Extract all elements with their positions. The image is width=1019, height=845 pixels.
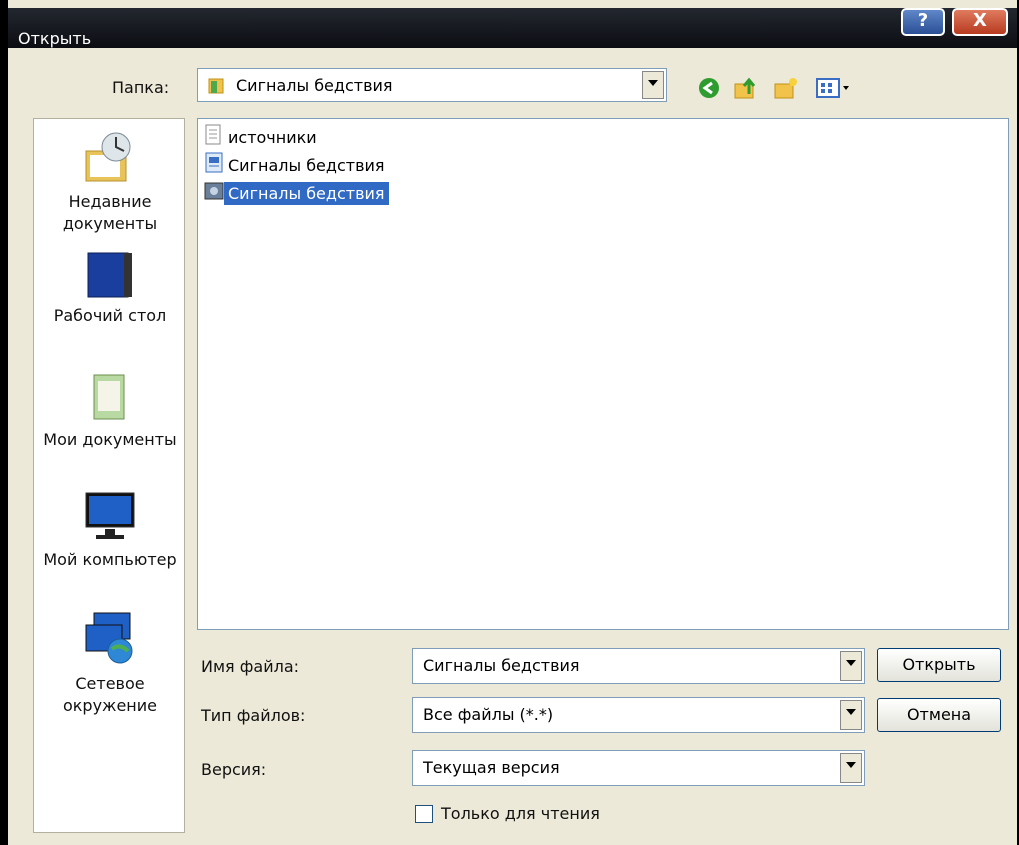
back-icon[interactable]: [697, 76, 721, 104]
network-icon: [80, 612, 140, 673]
open-button[interactable]: Открыть: [877, 648, 1001, 682]
place-recent[interactable]: Недавние документы: [34, 129, 186, 235]
place-my-computer[interactable]: Мой компьютер: [34, 489, 186, 571]
filename-input[interactable]: Сигналы бедствия: [412, 648, 865, 684]
open-dialog: Открыть ? X Папка: Сигналы бедствия Неда…: [8, 0, 1017, 845]
presentation-icon: [204, 152, 224, 178]
filename-value: Сигналы бедствия: [423, 656, 580, 675]
cancel-button[interactable]: Отмена: [877, 698, 1001, 732]
version-label: Версия:: [201, 760, 267, 779]
place-label: Недавние документы: [62, 192, 158, 233]
file-item-selected[interactable]: Сигналы бедствия: [204, 179, 389, 207]
place-my-documents[interactable]: Мои документы: [34, 369, 186, 451]
place-label: Мой компьютер: [43, 550, 177, 569]
file-name: источники: [228, 127, 317, 147]
chevron-down-icon[interactable]: [642, 71, 664, 99]
filename-label: Имя файла:: [201, 657, 300, 676]
filetype-label: Тип файлов:: [201, 706, 306, 725]
folder-combo[interactable]: Сигналы бедствия: [197, 68, 667, 102]
place-label: Рабочий стол: [53, 306, 167, 325]
chevron-down-icon[interactable]: [840, 700, 862, 730]
version-value: Текущая версия: [423, 758, 560, 777]
desktop-icon: [80, 252, 140, 305]
recent-documents-icon: [80, 132, 140, 191]
chevron-down-icon[interactable]: [840, 651, 862, 681]
document-icon: [204, 124, 224, 150]
view-menu-icon[interactable]: [815, 76, 851, 104]
readonly-label: Только для чтения: [441, 804, 600, 823]
help-button[interactable]: ?: [901, 8, 945, 36]
new-folder-icon[interactable]: [773, 76, 799, 104]
my-documents-icon: [80, 374, 140, 429]
filetype-value: Все файлы (*.*): [423, 705, 554, 724]
places-bar: Недавние документы Рабочий стол Мои доку…: [33, 118, 185, 833]
place-network[interactable]: Сетевое окружение: [34, 609, 186, 717]
version-select[interactable]: Текущая версия: [412, 750, 865, 786]
media-icon: [204, 180, 224, 206]
file-name: Сигналы бедствия: [228, 155, 385, 175]
chevron-down-icon[interactable]: [840, 753, 862, 783]
folder-label: Папка:: [112, 78, 170, 97]
close-button[interactable]: X: [952, 8, 1008, 36]
folder-icon: [208, 77, 224, 99]
filetype-select[interactable]: Все файлы (*.*): [412, 697, 865, 733]
place-label: Сетевое окружение: [62, 674, 158, 715]
readonly-checkbox[interactable]: [415, 805, 433, 823]
window-title: Открыть: [18, 29, 92, 48]
place-label: Мои документы: [43, 430, 177, 449]
file-list[interactable]: источники Сигналы бедствия Сигналы бедст…: [197, 118, 1009, 630]
title-bar: Открыть: [8, 8, 1017, 48]
folder-name: Сигналы бедствия: [236, 76, 393, 95]
file-name: Сигналы бедствия: [224, 181, 389, 205]
my-computer-icon: [80, 492, 140, 549]
place-desktop[interactable]: Рабочий стол: [34, 249, 186, 327]
up-folder-icon[interactable]: [733, 76, 759, 104]
file-item[interactable]: Сигналы бедствия: [204, 151, 389, 179]
file-item[interactable]: источники: [204, 123, 321, 151]
